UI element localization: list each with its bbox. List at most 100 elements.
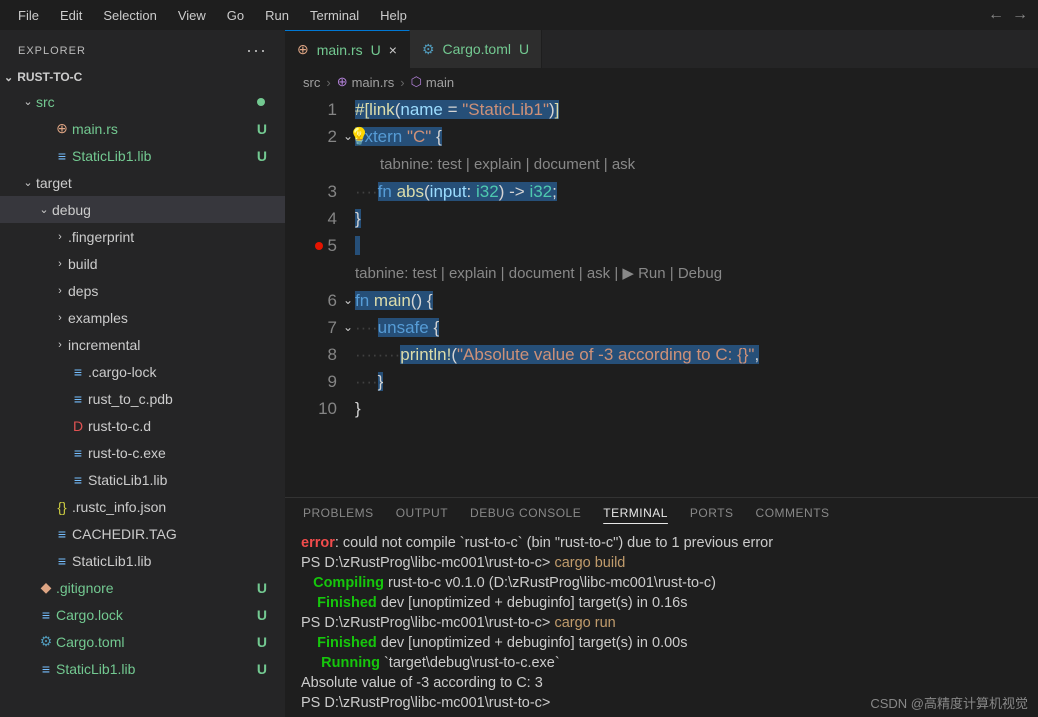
menu-edit[interactable]: Edit bbox=[52, 4, 90, 27]
terminal-tab-comments[interactable]: COMMENTS bbox=[756, 506, 830, 520]
gutter: 5 bbox=[285, 232, 355, 259]
file-icon: ≡ bbox=[52, 148, 72, 164]
file-icon: ≡ bbox=[52, 553, 72, 569]
menubar: FileEditSelection ViewGoRunTerminalHelp ← → bbox=[0, 0, 1038, 30]
tab-label: Cargo.toml bbox=[443, 41, 511, 57]
project-name: RUST-TO-C bbox=[17, 70, 82, 84]
tree-item-cachedir-tag[interactable]: ≡CACHEDIR.TAG bbox=[0, 520, 285, 547]
tree-label: main.rs bbox=[72, 121, 257, 137]
nav-back-icon[interactable]: ← bbox=[988, 6, 1004, 24]
tree-item-staticlib1-lib[interactable]: ≡StaticLib1.lib bbox=[0, 466, 285, 493]
tree-item-staticlib1-lib[interactable]: ≡StaticLib1.lib bbox=[0, 547, 285, 574]
code-content[interactable]: } bbox=[355, 395, 1038, 422]
chevron-icon: › bbox=[52, 231, 68, 243]
menu-view[interactable]: View bbox=[170, 4, 214, 27]
git-status: U bbox=[257, 661, 267, 677]
code-line[interactable]: 6⌄fn main() { bbox=[285, 287, 1038, 314]
terminal-content[interactable]: error: could not compile `rust-to-c` (bi… bbox=[285, 528, 1038, 717]
lightbulb-icon[interactable]: 💡 bbox=[349, 123, 370, 150]
tree-item-staticlib1-lib[interactable]: ≡StaticLib1.libU bbox=[0, 655, 285, 682]
tree-item--gitignore[interactable]: ◆.gitignoreU bbox=[0, 574, 285, 601]
code-line[interactable]: tabnine: test | explain | document | ask bbox=[285, 150, 1038, 178]
terminal-tab-debug-console[interactable]: DEBUG CONSOLE bbox=[470, 506, 581, 520]
code-line[interactable]: 7⌄····unsafe { bbox=[285, 314, 1038, 341]
code-content[interactable]: ········println!("Absolute value of -3 a… bbox=[355, 341, 1038, 368]
tab-cargo-toml[interactable]: ⚙Cargo.tomlU bbox=[410, 30, 542, 68]
tree-item-build[interactable]: ›build bbox=[0, 250, 285, 277]
nav-forward-icon[interactable]: → bbox=[1012, 6, 1028, 24]
fold-icon[interactable]: ⌄ bbox=[343, 314, 353, 341]
menu-selection[interactable]: Selection bbox=[95, 4, 164, 27]
tree-item-rust-to-c-pdb[interactable]: ≡rust_to_c.pdb bbox=[0, 385, 285, 412]
project-title[interactable]: ⌄ RUST-TO-C bbox=[0, 66, 285, 88]
breadcrumb-src[interactable]: src bbox=[303, 75, 320, 90]
code-content[interactable]: extern "C" { bbox=[355, 123, 1038, 150]
terminal-tab-output[interactable]: OUTPUT bbox=[396, 506, 448, 520]
code-line[interactable]: 5 bbox=[285, 232, 1038, 259]
code-line[interactable]: 2⌄💡extern "C" { bbox=[285, 123, 1038, 150]
git-status: U bbox=[257, 580, 267, 596]
menu-help[interactable]: Help bbox=[372, 4, 415, 27]
tree-label: src bbox=[36, 94, 257, 110]
code-line[interactable]: 4} bbox=[285, 205, 1038, 232]
tree-item-rust-to-c-exe[interactable]: ≡rust-to-c.exe bbox=[0, 439, 285, 466]
terminal-tab-ports[interactable]: PORTS bbox=[690, 506, 734, 520]
fold-icon[interactable]: ⌄ bbox=[343, 287, 353, 314]
git-status: U bbox=[257, 148, 267, 164]
menu-run[interactable]: Run bbox=[257, 4, 297, 27]
tree-item-main-rs[interactable]: ⊕main.rsU bbox=[0, 115, 285, 142]
tree-label: target bbox=[36, 175, 277, 191]
breakpoint-icon[interactable] bbox=[315, 242, 323, 250]
watermark: CSDN @高精度计算机视觉 bbox=[870, 693, 1028, 712]
tree-item-src[interactable]: ⌄src bbox=[0, 88, 285, 115]
code-content[interactable]: ····unsafe { bbox=[355, 314, 1038, 341]
tab-main-rs[interactable]: ⊕main.rsU× bbox=[285, 30, 410, 68]
code-line[interactable]: 3····fn abs(input: i32) -> i32; bbox=[285, 178, 1038, 205]
code-content[interactable]: #[link(name = "StaticLib1")] bbox=[355, 96, 1038, 123]
explorer-more-icon[interactable]: ··· bbox=[246, 40, 267, 61]
terminal-tab-terminal[interactable]: TERMINAL bbox=[603, 506, 668, 520]
close-icon[interactable]: × bbox=[389, 42, 397, 58]
code-content[interactable]: ····fn abs(input: i32) -> i32; bbox=[355, 178, 1038, 205]
gutter: 3 bbox=[285, 178, 355, 205]
rust-icon: ⊕ bbox=[297, 41, 309, 58]
tree-item--rustc-info-json[interactable]: {}.rustc_info.json bbox=[0, 493, 285, 520]
tree-item--fingerprint[interactable]: ›.fingerprint bbox=[0, 223, 285, 250]
terminal-line: Running `target\debug\rust-to-c.exe` bbox=[301, 653, 1022, 673]
tree-item-incremental[interactable]: ›incremental bbox=[0, 331, 285, 358]
file-icon: ≡ bbox=[68, 391, 88, 407]
code-content[interactable] bbox=[355, 232, 1038, 259]
tree-item-examples[interactable]: ›examples bbox=[0, 304, 285, 331]
codelens[interactable]: tabnine: test | explain | document | ask bbox=[355, 156, 635, 173]
terminal-tab-problems[interactable]: PROBLEMS bbox=[303, 506, 374, 520]
tree-item-rust-to-c-d[interactable]: Drust-to-c.d bbox=[0, 412, 285, 439]
code-content[interactable]: ····} bbox=[355, 368, 1038, 395]
tree-item-staticlib1-lib[interactable]: ≡StaticLib1.libU bbox=[0, 142, 285, 169]
gutter: 9 bbox=[285, 368, 355, 395]
tree-item-target[interactable]: ⌄target bbox=[0, 169, 285, 196]
tree-label: deps bbox=[68, 283, 277, 299]
tab-label: main.rs bbox=[317, 42, 363, 58]
chevron-icon: ⌄ bbox=[20, 95, 36, 108]
tree-label: StaticLib1.lib bbox=[56, 661, 257, 677]
code-line[interactable]: 10} bbox=[285, 395, 1038, 422]
code-line[interactable]: 1#[link(name = "StaticLib1")] bbox=[285, 96, 1038, 123]
tree-item-cargo-lock[interactable]: ≡Cargo.lockU bbox=[0, 601, 285, 628]
tree-item--cargo-lock[interactable]: ≡.cargo-lock bbox=[0, 358, 285, 385]
codelens[interactable]: tabnine: test | explain | document | ask… bbox=[355, 265, 722, 282]
code-line[interactable]: 8········println!("Absolute value of -3 … bbox=[285, 341, 1038, 368]
tree-item-debug[interactable]: ⌄debug bbox=[0, 196, 285, 223]
menu-go[interactable]: Go bbox=[219, 4, 252, 27]
code-content[interactable]: fn main() { bbox=[355, 287, 1038, 314]
code-line[interactable]: 9····} bbox=[285, 368, 1038, 395]
menu-file[interactable]: File bbox=[10, 4, 47, 27]
breadcrumb-main-rs[interactable]: ⊕main.rs bbox=[337, 74, 395, 90]
breadcrumb-main[interactable]: ⬡main bbox=[411, 74, 455, 90]
tree-item-cargo-toml[interactable]: ⚙Cargo.tomlU bbox=[0, 628, 285, 655]
code-editor[interactable]: 1#[link(name = "StaticLib1")]2⌄💡extern "… bbox=[285, 96, 1038, 497]
editor-tabs: ⊕main.rsU×⚙Cargo.tomlU bbox=[285, 30, 1038, 68]
code-content[interactable]: } bbox=[355, 205, 1038, 232]
code-line[interactable]: tabnine: test | explain | document | ask… bbox=[285, 259, 1038, 287]
menu-terminal[interactable]: Terminal bbox=[302, 4, 367, 27]
tree-item-deps[interactable]: ›deps bbox=[0, 277, 285, 304]
